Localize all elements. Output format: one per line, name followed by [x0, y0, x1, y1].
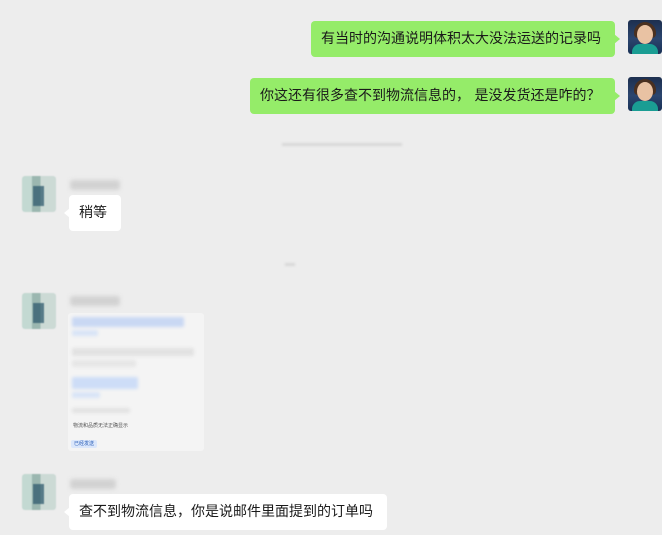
avatar-body-shape: [632, 101, 658, 111]
chat-window: 有当时的沟通说明体积太大没法运送的记录吗 你这还有很多查不到物流信息的， 是没发…: [0, 0, 662, 535]
avatar-face-shape: [637, 25, 653, 44]
blurred-line: [72, 377, 138, 389]
self-avatar[interactable]: [628, 77, 662, 111]
blurred-line: [72, 348, 194, 356]
self-avatar[interactable]: [628, 20, 662, 54]
message-text: 查不到物流信息，你是说邮件里面提到的订单吗: [79, 504, 373, 520]
message-bubble-incoming[interactable]: 稍等: [64, 195, 121, 231]
sender-name-blurred: [70, 296, 120, 306]
contact-avatar[interactable]: [22, 474, 56, 510]
timestamp-placeholder: [282, 143, 402, 146]
message-text: 稍等: [79, 205, 107, 221]
avatar-figure-shape: [33, 484, 44, 504]
contact-avatar[interactable]: [22, 176, 56, 212]
blurred-line: [72, 392, 100, 398]
blurred-line: [72, 360, 136, 367]
blurred-line: [72, 317, 184, 327]
contact-avatar[interactable]: [22, 293, 56, 329]
blurred-line: [72, 330, 98, 336]
message-text: 有当时的沟通说明体积太大没法运送的记录吗: [321, 31, 601, 47]
message-text: 你这还有很多查不到物流信息的， 是没发货还是咋的？: [260, 88, 601, 104]
sender-name-blurred: [70, 180, 120, 190]
image-message[interactable]: 物流和品质无法正确显示 已经发送: [68, 313, 204, 451]
timestamp-placeholder: [285, 263, 295, 266]
message-bubble-outgoing[interactable]: 有当时的沟通说明体积太大没法运送的记录吗: [311, 21, 620, 57]
avatar-figure-shape: [33, 186, 44, 206]
avatar-body-shape: [632, 44, 658, 54]
blurred-line: [72, 408, 130, 413]
image-badge: 已经发送: [71, 440, 98, 448]
message-bubble-incoming[interactable]: 查不到物流信息，你是说邮件里面提到的订单吗: [64, 494, 387, 530]
sender-name-blurred: [70, 479, 116, 489]
avatar-face-shape: [637, 82, 653, 101]
image-caption-line: 物流和品质无法正确显示: [73, 423, 129, 429]
message-bubble-outgoing[interactable]: 你这还有很多查不到物流信息的， 是没发货还是咋的？: [250, 78, 620, 114]
avatar-figure-shape: [33, 303, 44, 323]
